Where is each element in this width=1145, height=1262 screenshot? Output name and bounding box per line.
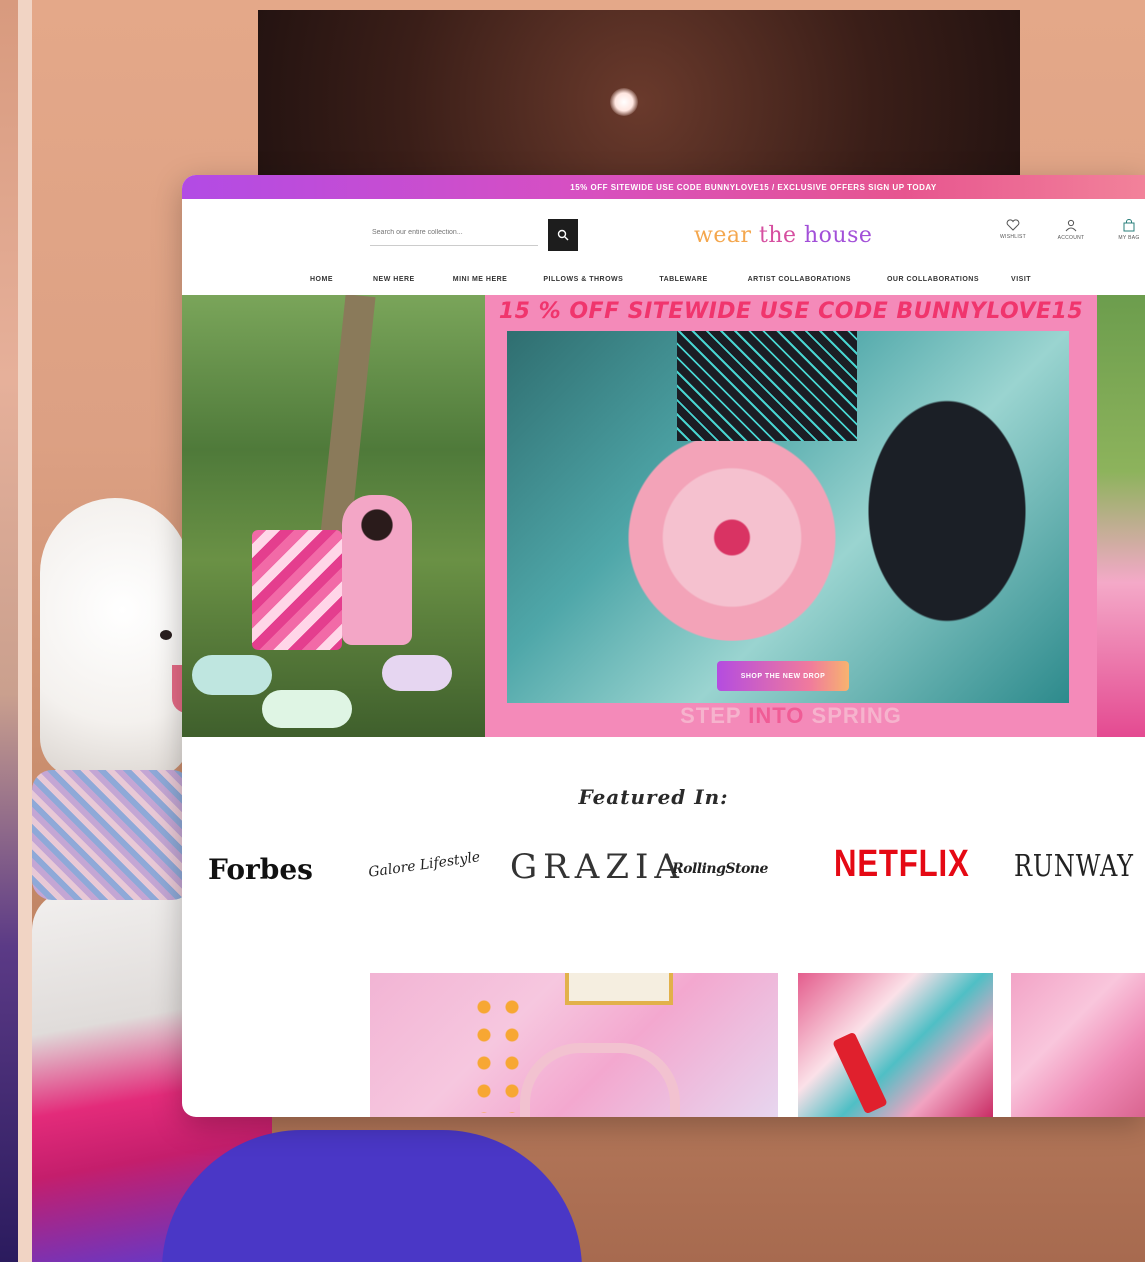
slide-cushion: [262, 690, 352, 728]
hero-headline: 15 % OFF SITEWIDE USE CODE BUNNYLOVE15: [498, 299, 1084, 324]
background-light: [610, 88, 638, 116]
product-tile[interactable]: [798, 973, 993, 1117]
shop-new-drop-button[interactable]: SHOP THE NEW DROP: [717, 661, 849, 691]
slide-person: [342, 495, 412, 645]
search-input[interactable]: [370, 227, 514, 237]
nav-item-visit[interactable]: VISIT: [1011, 276, 1031, 283]
logo-word-2: the: [758, 223, 797, 248]
dog-eye: [160, 630, 172, 640]
background-painting: [258, 10, 1020, 195]
featured-title: Featured In:: [578, 785, 729, 809]
tile-bag: [520, 1043, 680, 1117]
product-tile[interactable]: [370, 973, 778, 1117]
account-button[interactable]: ACCOUNT: [1052, 219, 1090, 241]
nav-item-artist-collaborations[interactable]: ARTIST COLLABORATIONS: [748, 276, 851, 283]
user-icon: [1065, 219, 1077, 232]
nav-item-pillows[interactable]: PILLOWS & THROWS: [543, 276, 623, 283]
bag-button[interactable]: MY BAG: [1110, 219, 1145, 241]
logo-runway: RUNWAY: [1014, 849, 1134, 884]
dog-scarf: [32, 770, 192, 900]
nav-item-our-collaborations[interactable]: OUR COLLABORATIONS: [887, 276, 979, 283]
slide-table: [252, 530, 342, 650]
slide-cushion: [382, 655, 452, 691]
tile-frame: [565, 973, 673, 1005]
logo-rollingstone: RollingStone: [672, 861, 768, 877]
nav-item-new-here[interactable]: NEW HERE: [373, 276, 415, 283]
bag-label: MY BAG: [1118, 235, 1140, 241]
hero-slide-next[interactable]: [1097, 295, 1145, 737]
main-nav: HOME NEW HERE MINI ME HERE PILLOWS & THR…: [182, 263, 1145, 295]
search-icon: [557, 229, 569, 241]
tagline-word-1: STEP: [680, 703, 742, 728]
press-logos: Forbes Galore Lifestyle GRAZIA RollingSt…: [182, 843, 1145, 897]
hero-image: SHOP THE NEW DROP: [507, 331, 1069, 703]
hero-slide-current[interactable]: 15 % OFF SITEWIDE USE CODE BUNNYLOVE15 S…: [485, 295, 1097, 737]
account-label: ACCOUNT: [1057, 235, 1085, 241]
wishlist-label: WISHLIST: [999, 234, 1026, 240]
rug-flower: [617, 411, 847, 641]
logo-forbes: Forbes: [208, 853, 313, 886]
product-tile[interactable]: [1011, 973, 1145, 1117]
cta-label: SHOP THE NEW DROP: [740, 672, 826, 680]
rug-butterfly: [847, 371, 1047, 651]
tagline-word-3: SPRING: [811, 703, 902, 728]
tile-lipstick: [832, 1031, 888, 1115]
site-header: wear the house WISHLIST ACCOUNT MY BAG: [182, 199, 1145, 263]
search-button[interactable]: [548, 219, 578, 251]
nav-item-mini-me[interactable]: MINI ME HERE: [453, 276, 508, 283]
product-tiles: [370, 973, 1145, 1117]
wishlist-button[interactable]: WISHLIST: [994, 219, 1032, 241]
hero-tagline: STEP INTO SPRING: [485, 703, 1097, 729]
hero-slide-previous[interactable]: [182, 295, 485, 737]
site-logo[interactable]: wear the house: [694, 223, 872, 248]
logo-word-3: house: [804, 223, 873, 248]
hero-carousel[interactable]: 15 % OFF SITEWIDE USE CODE BUNNYLOVE15 S…: [182, 295, 1145, 737]
website-window: 15% OFF SITEWIDE USE CODE BUNNYLOVE15 / …: [182, 175, 1145, 1117]
promo-banner[interactable]: 15% OFF SITEWIDE USE CODE BUNNYLOVE15 / …: [182, 175, 1145, 199]
featured-in-section: Featured In: Forbes Galore Lifestyle GRA…: [182, 737, 1145, 887]
promo-text: 15% OFF SITEWIDE USE CODE BUNNYLOVE15 / …: [570, 182, 937, 192]
heart-icon: [1006, 219, 1020, 231]
bag-icon: [1123, 219, 1135, 232]
logo-grazia: GRAZIA: [510, 847, 685, 887]
sleeve-pattern: [677, 331, 857, 441]
nav-item-tableware[interactable]: TABLEWARE: [659, 276, 707, 283]
logo-word-1: wear: [694, 223, 752, 248]
background-divider: [18, 0, 32, 1262]
tagline-word-2: INTO: [748, 703, 805, 728]
logo-galore: Galore Lifestyle: [367, 849, 482, 881]
header-icons: WISHLIST ACCOUNT MY BAG: [994, 219, 1145, 241]
search-bar: [370, 219, 538, 246]
slide-cushion: [192, 655, 272, 695]
nav-item-home[interactable]: HOME: [310, 276, 333, 283]
logo-netflix: NETFLIX: [834, 843, 970, 885]
